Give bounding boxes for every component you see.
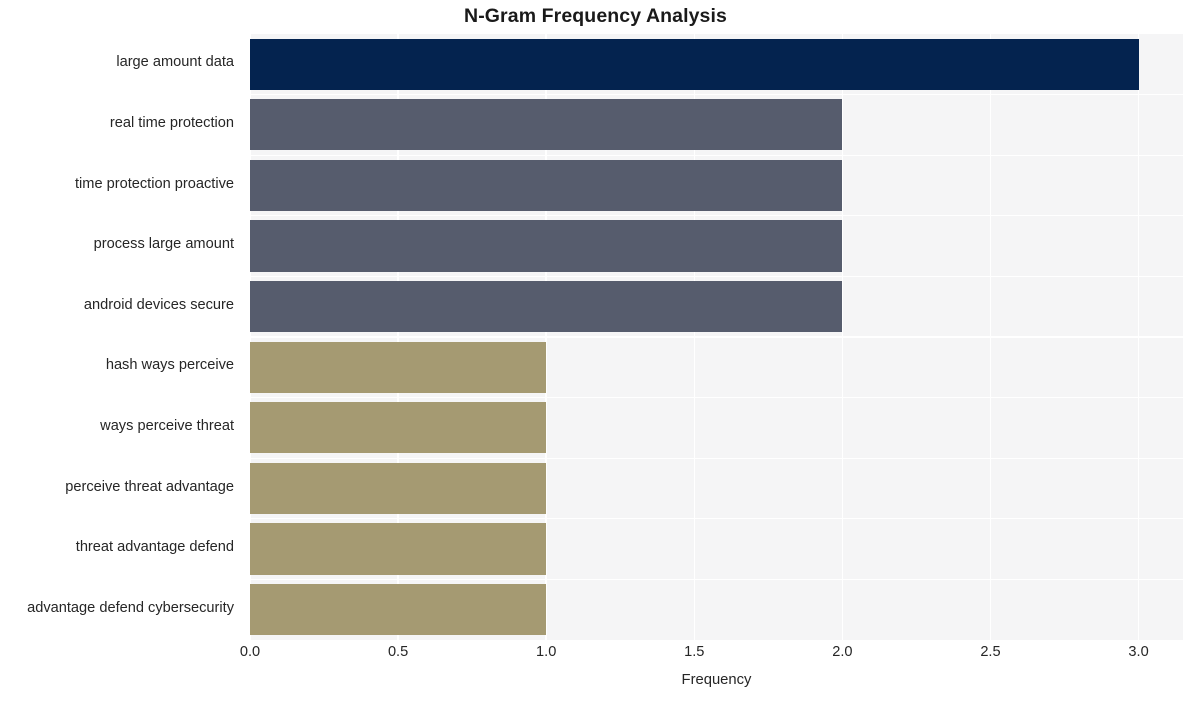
x-axis-tick-label: 0.0 [239,644,261,660]
horizontal-gridline [250,336,1183,338]
horizontal-gridline [250,457,1183,459]
bar [250,159,843,212]
plot-area [249,34,1183,640]
bar [250,341,547,393]
y-axis-tick-label: threat advantage defend [75,539,234,556]
bar [250,402,547,454]
x-axis-tick-label: 2.5 [980,644,1001,660]
y-axis-tick-label: advantage defend cybersecurity [27,599,234,616]
horizontal-gridline [250,275,1183,278]
x-axis-tick-label: 0.5 [387,644,409,660]
bar [250,38,1139,90]
horizontal-gridline [250,215,1183,217]
bar [250,281,843,333]
bar [250,584,547,636]
y-axis-tick-label: real time protection [109,114,234,131]
x-axis-tick-label: 1.5 [684,644,705,660]
chart-figure: N-Gram Frequency Analysis large amount d… [0,0,1191,701]
x-axis-title: Frequency [681,672,752,688]
bar [250,220,843,272]
horizontal-gridline [250,93,1183,96]
x-axis-tick-label: 3.0 [1128,644,1149,660]
bar [250,99,843,151]
y-axis-tick-label: process large amount [93,236,234,253]
horizontal-gridline [250,518,1183,520]
y-axis-tick-label: large amount data [116,54,234,71]
x-axis-tick-label: 1.0 [536,644,557,660]
bar [250,462,547,515]
horizontal-gridline [250,396,1183,399]
bar [250,523,547,575]
y-axis-tick-label: android devices secure [83,296,234,313]
horizontal-gridline [250,154,1183,156]
x-axis-tick-labels: 0.0 0.5 1.0 1.5 2.0 2.5 3.0 [0,644,1191,666]
chart-title: N-Gram Frequency Analysis [464,5,727,27]
y-axis-tick-label: hash ways perceive [105,357,234,374]
x-axis-tick-label: 2.0 [832,644,853,660]
horizontal-gridline [250,578,1183,581]
y-axis-tick-label: time protection proactive [75,175,234,192]
y-axis-tick-labels: large amount data real time protection tim… [0,34,242,640]
y-axis-tick-label: ways perceive threat [100,417,234,434]
y-axis-tick-label: perceive threat advantage [65,478,234,495]
